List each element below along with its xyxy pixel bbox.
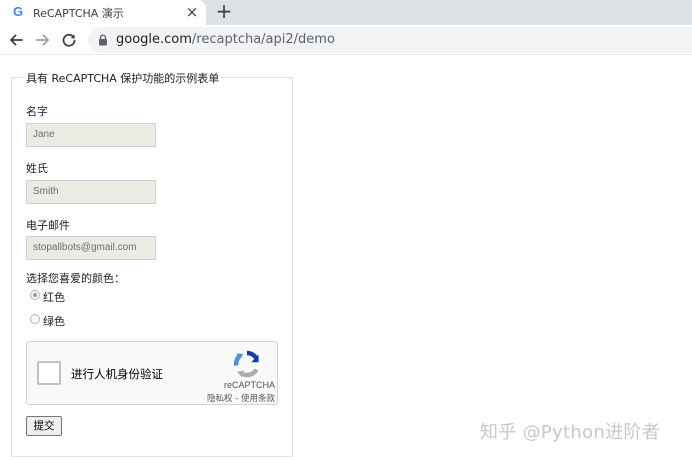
watermark: 知乎 @Python进阶者 [480, 422, 661, 443]
url-path: /recaptcha/api2/demo [191, 32, 335, 47]
last-name-input[interactable]: Smith [26, 180, 156, 204]
reload-icon[interactable] [58, 29, 80, 51]
tab-strip: G ReCAPTCHA 演示 × + [0, 0, 692, 25]
tab-title: ReCAPTCHA 演示 [33, 7, 124, 20]
url-text[interactable]: google.com/recaptcha/api2/demo [116, 32, 335, 47]
recaptcha-checkbox[interactable] [37, 361, 61, 385]
browser-toolbar: google.com/recaptcha/api2/demo [0, 25, 692, 55]
close-tab-icon[interactable]: × [183, 3, 201, 21]
recaptcha-logo-icon [233, 350, 259, 378]
back-arrow-icon[interactable] [5, 29, 27, 51]
radio-green-label[interactable]: 绿色 [43, 313, 65, 329]
radio-red[interactable] [30, 290, 40, 300]
recaptcha-widget: 进行人机身份验证 reCAPTCHA 隐私权 - 使用条款 [26, 341, 278, 405]
color-question: 选择您喜爱的颜色： [26, 272, 125, 285]
radio-green[interactable] [30, 314, 40, 324]
url-host: google.com [116, 32, 192, 47]
radio-red-label[interactable]: 红色 [43, 289, 65, 305]
recaptcha-checkbox-label: 进行人机身份验证 [71, 367, 163, 381]
last-name-label: 姓氏 [26, 162, 48, 175]
browser-tab[interactable]: G ReCAPTCHA 演示 × [0, 0, 206, 25]
google-favicon-icon: G [12, 4, 24, 19]
recaptcha-privacy-terms-links[interactable]: 隐私权 - 使用条款 [167, 392, 275, 404]
address-bar[interactable]: google.com/recaptcha/api2/demo [88, 27, 692, 53]
new-tab-button[interactable]: + [213, 0, 235, 24]
form-legend: 具有 ReCAPTCHA 保护功能的示例表单 [24, 70, 222, 86]
first-name-label: 名字 [26, 105, 48, 118]
recaptcha-brand: reCAPTCHA [223, 380, 275, 390]
email-input[interactable]: stopallbots@gmail.com [26, 236, 156, 260]
forward-arrow-icon[interactable] [32, 29, 54, 51]
lock-icon[interactable] [98, 34, 108, 46]
submit-button[interactable]: 提交 [26, 416, 62, 436]
first-name-input[interactable]: Jane [26, 123, 156, 147]
email-label: 电子邮件 [26, 219, 70, 232]
